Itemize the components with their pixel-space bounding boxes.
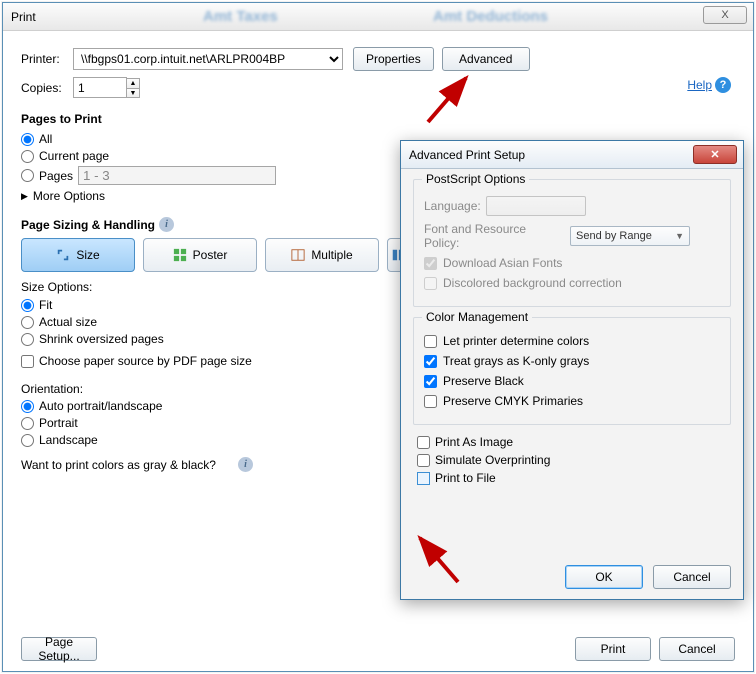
check-treat-grays[interactable]: Treat grays as K-only grays: [424, 354, 720, 368]
info-icon-2[interactable]: i: [238, 457, 253, 472]
gray-label: Want to print colors as gray & black?: [21, 458, 216, 472]
font-policy-select[interactable]: Send by Range ▼: [570, 226, 690, 246]
multiple-icon: [291, 248, 305, 262]
cancel-button[interactable]: Cancel: [659, 637, 735, 661]
poster-icon: [173, 248, 187, 262]
checkbox-highlighted-icon: [417, 472, 430, 485]
spin-down-icon[interactable]: ▼: [126, 88, 140, 98]
color-head: Color Management: [422, 310, 532, 324]
adv-titlebar: Advanced Print Setup ✕: [401, 141, 743, 169]
close-icon: ✕: [710, 148, 719, 161]
spin-up-icon[interactable]: ▲: [126, 78, 140, 88]
bg-text-1: Amt Taxes: [203, 8, 278, 25]
check-preserve-cmyk[interactable]: Preserve CMYK Primaries: [424, 394, 720, 408]
adv-cancel-button[interactable]: Cancel: [653, 565, 731, 589]
printer-label: Printer:: [21, 52, 73, 66]
check-preserve-black[interactable]: Preserve Black: [424, 374, 720, 388]
triangle-right-icon: ▶: [21, 191, 28, 202]
postscript-group: PostScript Options Language: Font and Re…: [413, 179, 731, 307]
language-select: [486, 196, 586, 216]
print-button[interactable]: Print: [575, 637, 651, 661]
size-icon: [56, 248, 70, 262]
check-discolored: Discolored background correction: [424, 276, 720, 290]
close-icon: X: [721, 9, 728, 21]
pages-to-print-head: Pages to Print: [21, 112, 735, 126]
titlebar: Print Amt Taxes Amt Deductions X: [3, 3, 753, 31]
chevron-down-icon: ▼: [675, 231, 684, 241]
color-management-group: Color Management Let printer determine c…: [413, 317, 731, 425]
properties-button[interactable]: Properties: [353, 47, 434, 71]
close-button[interactable]: X: [703, 6, 747, 24]
printer-select[interactable]: \\fbgps01.corp.intuit.net\ARLPR004BP: [73, 48, 343, 70]
window-title: Print: [11, 10, 36, 24]
check-download-asian: Download Asian Fonts: [424, 256, 720, 270]
help-link[interactable]: Help ?: [687, 77, 731, 93]
tab-size[interactable]: Size: [21, 238, 135, 272]
help-icon: ?: [715, 77, 731, 93]
copies-label: Copies:: [21, 81, 73, 95]
pages-range-input[interactable]: [78, 166, 276, 185]
check-print-to-file[interactable]: Print to File: [417, 471, 731, 485]
check-simulate-overprinting[interactable]: Simulate Overprinting: [417, 453, 731, 467]
check-print-as-image[interactable]: Print As Image: [417, 435, 731, 449]
advanced-button[interactable]: Advanced: [442, 47, 530, 71]
font-policy-label: Font and Resource Policy:: [424, 222, 564, 250]
tab-poster[interactable]: Poster: [143, 238, 257, 272]
help-label: Help: [687, 78, 712, 92]
page-setup-button[interactable]: Page Setup...: [21, 637, 97, 661]
info-icon[interactable]: i: [159, 217, 174, 232]
adv-title: Advanced Print Setup: [409, 148, 525, 162]
advanced-print-setup-dialog: Advanced Print Setup ✕ PostScript Option…: [400, 140, 744, 600]
postscript-head: PostScript Options: [422, 172, 529, 186]
bg-text-2: Amt Deductions: [433, 8, 548, 25]
adv-ok-button[interactable]: OK: [565, 565, 643, 589]
check-let-printer[interactable]: Let printer determine colors: [424, 334, 720, 348]
language-label: Language:: [424, 199, 480, 213]
tab-multiple[interactable]: Multiple: [265, 238, 379, 272]
adv-close-button[interactable]: ✕: [693, 145, 737, 164]
sizing-head: Page Sizing & Handling: [21, 218, 155, 232]
copies-input[interactable]: [73, 77, 127, 98]
